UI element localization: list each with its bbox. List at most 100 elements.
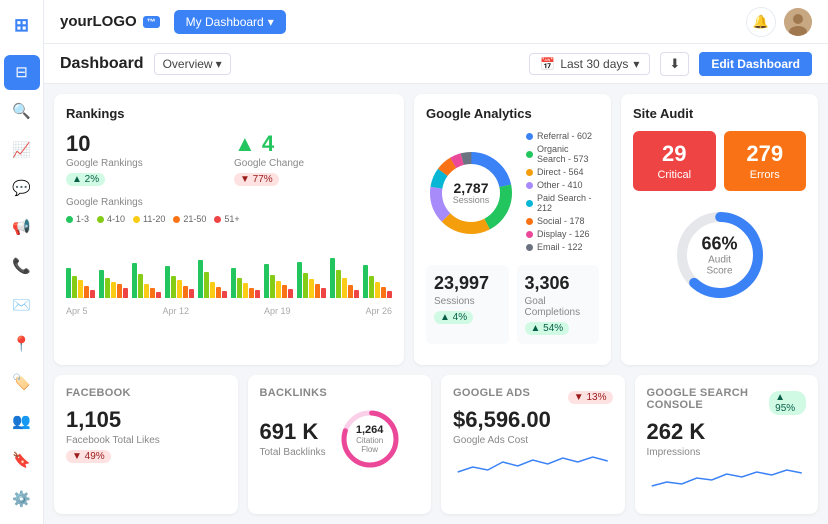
backlinks-title: Backlinks — [260, 387, 420, 399]
goals-stat: 3,306 Goal Completions ▲ 54% — [517, 265, 600, 344]
google-ads-sparkline — [453, 452, 613, 482]
legend-other: Other - 410 — [526, 180, 599, 190]
bar-group-2 — [99, 270, 128, 298]
score-label: Audit Score — [695, 255, 745, 277]
citation-value: 1,264 — [354, 424, 386, 436]
goals-badge: ▲ 54% — [525, 322, 570, 335]
date-apr12: Apr 12 — [162, 306, 189, 316]
critical-box: 29 Critical — [633, 131, 716, 191]
bar-group-1 — [66, 268, 95, 298]
donut-section: 2,787 Sessions Referral - 602 Organic Se… — [426, 131, 599, 255]
google-label: Google Rankings — [66, 158, 224, 169]
facebook-title: Facebook — [66, 387, 226, 399]
citation-center: 1,264 Citation Flow — [354, 424, 386, 454]
sidebar-tag[interactable]: 🏷️ — [4, 365, 40, 400]
audit-title: Site Audit — [633, 106, 806, 121]
google-ads-card: Google Ads ▼ 13% $6,596.00 Google Ads Co… — [441, 375, 625, 515]
page-title: Dashboard — [60, 55, 144, 73]
legend-email: Email - 122 — [526, 242, 599, 252]
bar-group-10 — [363, 265, 392, 298]
main-area: yourLOGO ™ My Dashboard ▾ 🔔 Dashboard Ov… — [44, 0, 828, 524]
sidebar-phone[interactable]: 📞 — [4, 249, 40, 284]
sidebar-search[interactable]: 🔍 — [4, 94, 40, 129]
sessions-label: Sessions — [434, 296, 501, 307]
legend-1-3: 1-3 — [66, 214, 89, 224]
sidebar-settings[interactable]: ⚙️ — [4, 481, 40, 516]
audit-score-section: 66% Audit Score — [633, 201, 806, 305]
bottom-row: Facebook 1,105 Facebook Total Likes ▼ 49… — [54, 375, 818, 515]
facebook-label: Facebook Total Likes — [66, 435, 226, 446]
date-range-button[interactable]: 📅 Last 30 days ▾ — [529, 53, 650, 75]
score-chart: 66% Audit Score — [670, 205, 770, 305]
donut-label: Sessions — [453, 195, 490, 205]
logo-area: yourLOGO ™ — [60, 13, 160, 30]
bar-group-9 — [330, 258, 359, 298]
chart-footer: Apr 5 Apr 12 Apr 19 Apr 26 — [66, 306, 392, 316]
search-console-sparkline — [647, 464, 807, 494]
errors-label: Errors — [734, 169, 797, 181]
search-console-label: Impressions — [647, 447, 807, 458]
analytics-title: Google Analytics — [426, 106, 599, 121]
errors-box: 279 Errors — [724, 131, 807, 191]
legend-paid: Paid Search - 212 — [526, 193, 599, 213]
sessions-stat: 23,997 Sessions ▲ 4% — [426, 265, 509, 344]
legend-11-20: 11-20 — [133, 214, 165, 224]
backlinks-value: 691 K — [260, 419, 326, 445]
google-analytics-card: Google Analytics — [414, 94, 611, 365]
sidebar-analytics[interactable]: 📈 — [4, 132, 40, 167]
backlinks-card: Backlinks 691 K Total Backlinks 1,264 — [248, 375, 432, 515]
date-apr5: Apr 5 — [66, 306, 88, 316]
legend-direct: Direct - 564 — [526, 167, 599, 177]
legend-4-10: 4-10 — [97, 214, 125, 224]
sidebar-email[interactable]: ✉️ — [4, 287, 40, 322]
dashboard-grid: Rankings 10 Google Rankings ▲ 2% ▲ 4 Goo… — [44, 84, 828, 524]
rankings-title: Rankings — [66, 106, 392, 121]
download-button[interactable]: ⬇ — [660, 52, 689, 76]
date-apr26: Apr 26 — [365, 306, 392, 316]
legend-organic: Organic Search - 573 — [526, 144, 599, 164]
rankings-metrics: 10 Google Rankings ▲ 2% ▲ 4 Google Chang… — [66, 131, 392, 187]
change-label: Google Change — [234, 158, 392, 169]
sidebar-logo[interactable]: ⊞ — [4, 8, 40, 43]
backlinks-stats: 691 K Total Backlinks — [260, 419, 326, 458]
google-ads-title: Google Ads — [453, 387, 530, 399]
google-ads-badge: ▼ 13% — [568, 391, 613, 404]
sidebar-chat[interactable]: 💬 — [4, 171, 40, 206]
bar-group-7 — [264, 264, 293, 298]
search-console-badge: ▲ 95% — [769, 391, 806, 415]
bar-group-6 — [231, 268, 260, 298]
goals-label: Goal Completions — [525, 296, 592, 318]
sidebar-megaphone[interactable]: 📢 — [4, 210, 40, 245]
donut-center: 2,787 Sessions — [453, 181, 490, 205]
chart-label: Google Rankings — [66, 197, 392, 208]
topbar: yourLOGO ™ My Dashboard ▾ 🔔 — [44, 0, 828, 44]
google-ads-label: Google Ads Cost — [453, 435, 613, 446]
sidebar-users[interactable]: 👥 — [4, 404, 40, 439]
audit-top: 29 Critical 279 Errors — [633, 131, 806, 191]
avatar[interactable] — [784, 8, 812, 36]
legend-social: Social - 178 — [526, 216, 599, 226]
edit-dashboard-button[interactable]: Edit Dashboard — [699, 52, 812, 76]
sidebar-bookmark[interactable]: 🔖 — [4, 442, 40, 477]
notification-button[interactable]: 🔔 — [746, 7, 776, 37]
date-apr19: Apr 19 — [264, 306, 291, 316]
goals-value: 3,306 — [525, 273, 592, 294]
chart-legend: 1-3 4-10 11-20 21-50 51+ — [66, 214, 392, 224]
facebook-value: 1,105 — [66, 407, 226, 433]
content-header: Dashboard Overview ▾ 📅 Last 30 days ▾ ⬇ … — [44, 44, 828, 84]
legend-display: Display - 126 — [526, 229, 599, 239]
sessions-value: 23,997 — [434, 273, 501, 294]
overview-button[interactable]: Overview ▾ — [154, 53, 231, 75]
logo-text: yourLOGO — [60, 13, 137, 30]
search-console-card: Google Search Console ▲ 95% 262 K Impres… — [635, 375, 819, 515]
sidebar-home[interactable]: ⊟ — [4, 55, 40, 90]
dashboard-button[interactable]: My Dashboard ▾ — [174, 10, 286, 34]
bar-group-8 — [297, 262, 326, 298]
sidebar-location[interactable]: 📍 — [4, 326, 40, 361]
topbar-actions: 🔔 — [746, 7, 812, 37]
citation-label: Citation Flow — [354, 436, 386, 454]
score-value: 66% — [695, 234, 745, 255]
search-console-title: Google Search Console — [647, 387, 770, 411]
sidebar: ⊞ ⊟ 🔍 📈 💬 📢 📞 ✉️ 📍 🏷️ 👥 🔖 ⚙️ — [0, 0, 44, 524]
legend-51plus: 51+ — [214, 214, 239, 224]
